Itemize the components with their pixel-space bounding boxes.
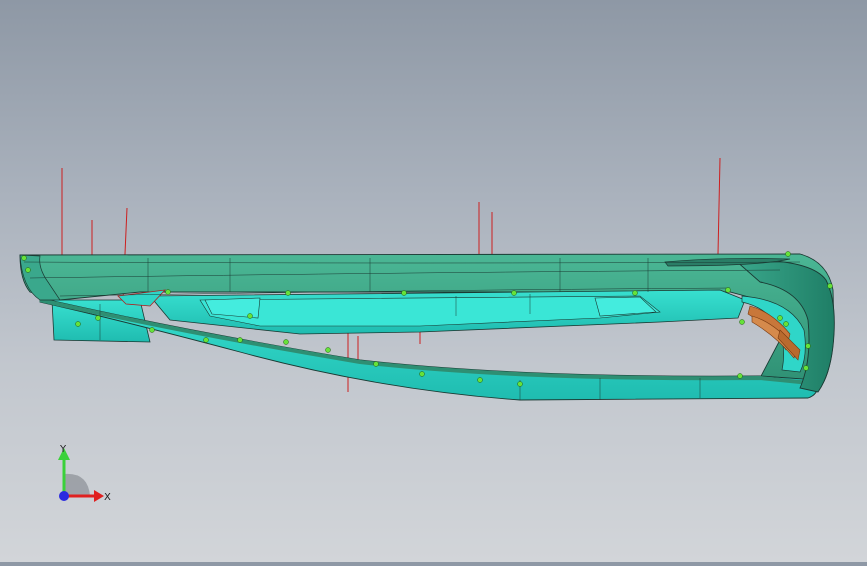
x-axis-label: X xyxy=(104,492,111,503)
z-axis-dot xyxy=(59,491,69,501)
axis-triad: Y X xyxy=(44,436,124,516)
xy-plane-indicator xyxy=(64,473,90,496)
y-axis-label: Y xyxy=(59,444,67,455)
cad-viewport[interactable]: Y X xyxy=(0,0,867,562)
cad-model[interactable] xyxy=(19,251,835,401)
model-canvas[interactable] xyxy=(0,0,867,562)
